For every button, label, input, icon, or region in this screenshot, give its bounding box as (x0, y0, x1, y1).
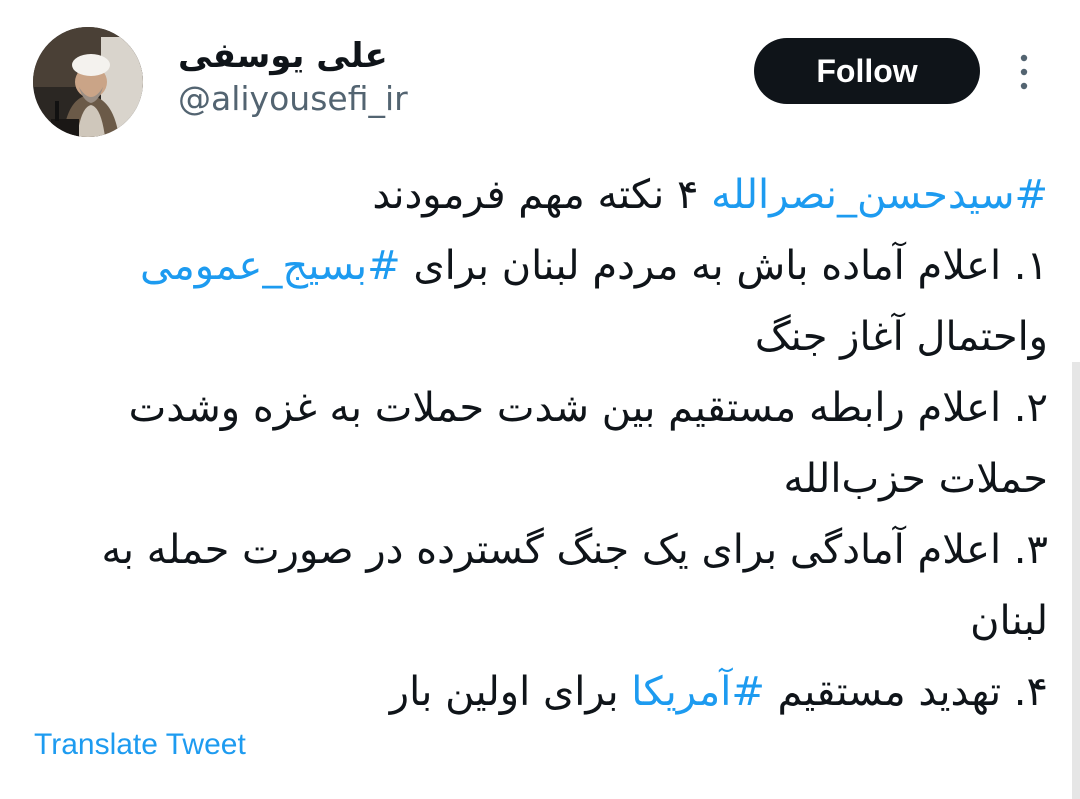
author-display-name[interactable]: علی یوسفی (178, 36, 388, 76)
tweet-line: لبنان (28, 586, 1048, 657)
tweet-text-segment: ۳. اعلام آمادگی برای یک جنگ گسترده در صو… (101, 527, 1048, 573)
avatar[interactable] (33, 27, 143, 137)
tweet-text-segment: ۴. تهدید مستقیم (764, 669, 1048, 715)
tweet-text: #سیدحسن_نصرالله ۴ نکته مهم فرمودند ۱. اعل… (28, 160, 1048, 728)
tweet-line: #سیدحسن_نصرالله ۴ نکته مهم فرمودند (28, 160, 1048, 231)
hashtag-link[interactable]: #بسیج_عمومی (140, 243, 401, 289)
tweet-line: حملات حزب‌الله (28, 444, 1048, 515)
tweet-line: ۱. اعلام آماده باش به مردم لبنان برای #ب… (28, 231, 1048, 302)
hashtag-link[interactable]: #سیدحسن_نصرالله (711, 172, 1048, 218)
tweet-line: ۲. اعلام رابطه مستقیم بین شدت حملات به غ… (28, 373, 1048, 444)
scrollbar[interactable] (1072, 362, 1080, 799)
follow-button[interactable]: Follow (754, 38, 980, 104)
author-handle[interactable]: @aliyousefi_ir (178, 79, 408, 118)
tweet-text-segment: ۲. اعلام رابطه مستقیم بین شدت حملات به غ… (128, 385, 1048, 431)
tweet-line: واحتمال آغاز جنگ (28, 302, 1048, 373)
profile-photo-cleric-icon (33, 27, 143, 137)
tweet-line: ۴. تهدید مستقیم #آمریکا برای اولین بار (28, 657, 1048, 728)
tweet-text-segment: برای اولین بار (389, 669, 632, 715)
tweet-line: ۳. اعلام آمادگی برای یک جنگ گسترده در صو… (28, 515, 1048, 586)
tweet-text-segment: حملات حزب‌الله (783, 456, 1048, 502)
tweet-text-segment: ۱. اعلام آماده باش به مردم لبنان برای (400, 243, 1048, 289)
translate-tweet-link[interactable]: Translate Tweet (34, 728, 246, 762)
tweet-text-segment: لبنان (970, 598, 1048, 644)
hashtag-link[interactable]: #آمریکا (631, 669, 765, 715)
tweet-text-segment: واحتمال آغاز جنگ (754, 314, 1048, 360)
more-vertical-icon[interactable] (1007, 52, 1041, 92)
tweet-text-segment: ۴ نکته مهم فرمودند (372, 172, 712, 218)
